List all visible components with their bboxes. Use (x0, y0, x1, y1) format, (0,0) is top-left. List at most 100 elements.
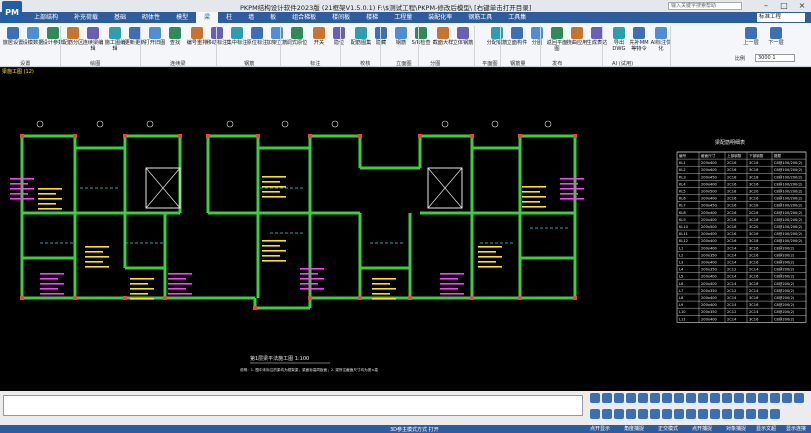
menu-tab[interactable]: 工具集 (500, 12, 534, 23)
help-search-input[interactable]: 输入关键字搜索帮助 (668, 2, 742, 10)
ribbon-button[interactable]: 旅居设置 (2, 27, 24, 46)
menu-tab[interactable]: 工程量 (386, 12, 420, 23)
ribbon-button[interactable]: 开关 (308, 27, 330, 46)
ribbon-button[interactable]: 立体钢筋 (452, 27, 474, 46)
view-tool-icon[interactable] (770, 393, 780, 403)
view-tool-icon[interactable] (710, 393, 720, 403)
view-tool-icon[interactable] (746, 409, 756, 419)
view-tool-icon[interactable] (590, 409, 600, 419)
view-tool-icon[interactable] (662, 393, 672, 403)
view-tool-icon[interactable] (626, 409, 636, 419)
minimize-button[interactable]: – (760, 1, 772, 11)
floor-plan-drawing[interactable]: 第1层梁平法施工图 1:100 说明：1. 图中未标注的梁均为框架梁，梁面标高同板… (0, 68, 811, 391)
command-input[interactable] (3, 395, 583, 416)
view-tool-icon[interactable] (674, 393, 684, 403)
status-toggle[interactable]: 正交模式 (654, 425, 682, 433)
scale-value[interactable]: 3000 1 (755, 54, 795, 62)
ribbon-button[interactable]: S/R检查 (410, 27, 432, 46)
view-tool-icon[interactable] (638, 409, 648, 419)
view-tool-icon[interactable] (662, 409, 672, 419)
menu-tab[interactable]: 楼梯 (358, 12, 386, 23)
ribbon-button[interactable]: 隐位 (328, 27, 350, 46)
view-tool-icon[interactable] (698, 393, 708, 403)
menu-tab[interactable]: 补充荷载 (66, 12, 106, 23)
view-tool-icon[interactable] (614, 393, 624, 403)
view-tool-icon[interactable] (734, 409, 744, 419)
maximize-button[interactable]: □ (778, 1, 790, 11)
view-tool-icon[interactable] (602, 393, 612, 403)
ribbon-button[interactable]: 调式原位 (286, 27, 308, 46)
menu-tab[interactable]: 组合梯板 (284, 12, 324, 23)
ribbon-button[interactable]: 集中标注 (226, 27, 248, 46)
ribbon-button[interactable]: AI标注优化 (650, 27, 672, 52)
menu-tab[interactable]: 柱 (218, 12, 240, 23)
view-tool-icon[interactable] (722, 393, 732, 403)
view-tool-icon[interactable] (758, 393, 768, 403)
view-tool-icon[interactable] (698, 409, 708, 419)
ribbon-button[interactable]: 移动标注 (206, 27, 228, 46)
drawing-canvas[interactable]: 第1层梁平法施工图 1:100 说明：1. 图中未标注的梁均为框架梁，梁面标高同板… (0, 68, 811, 391)
status-toggle[interactable]: 对象捕捉 (722, 425, 750, 433)
status-toggle[interactable]: 显示文超 (752, 425, 780, 433)
view-tool-icon[interactable] (674, 409, 684, 419)
ribbon-button[interactable]: 配筋分区 (62, 27, 84, 46)
view-tool-icon[interactable] (722, 409, 732, 419)
ribbon-button[interactable]: 更新更新 (124, 27, 146, 46)
menu-tab[interactable]: 基础 (106, 12, 134, 23)
status-toggle[interactable]: 角度捕捉 (620, 425, 648, 433)
menu-tab[interactable]: 墙 (240, 12, 262, 23)
ribbon-button[interactable]: 施工图编辑 (104, 27, 126, 52)
ribbon-button[interactable]: 连续梁编辑 (82, 27, 104, 52)
menu-tab[interactable]: 板 (262, 12, 284, 23)
menu-tab[interactable]: 砌体性 (134, 12, 168, 23)
ribbon-button[interactable]: 立面构件 (506, 27, 528, 46)
view-tool-icon[interactable] (686, 409, 696, 419)
ribbon-button[interactable]: 隐藏 (370, 27, 392, 46)
ribbon-button[interactable]: 生成表达 (586, 27, 608, 46)
ribbon-button[interactable]: 编号重排 (186, 27, 208, 46)
ribbon-button[interactable]: 挠曲应用 (566, 27, 588, 46)
prev-floor-button[interactable]: 上一层 (740, 27, 762, 46)
close-button[interactable]: × (796, 1, 808, 11)
ribbon-button[interactable]: 加架立筋 (266, 27, 288, 46)
next-floor-button[interactable]: 下一层 (765, 27, 787, 46)
ribbon-button[interactable]: 分图 (526, 27, 548, 46)
status-toggle[interactable]: 点开捕捉 (688, 425, 716, 433)
view-tool-icon[interactable] (626, 393, 636, 403)
view-tool-icon[interactable] (650, 393, 660, 403)
menu-tab[interactable]: 梁 (196, 12, 219, 23)
view-tool-icon[interactable] (734, 393, 744, 403)
view-tool-icon[interactable] (638, 393, 648, 403)
ribbon-button[interactable]: 原位标注 (246, 27, 268, 46)
beam-annotation-mark (478, 261, 496, 263)
menu-tab[interactable]: 钢筋工具 (460, 12, 500, 23)
view-tool-icon[interactable] (602, 409, 612, 419)
ribbon-button[interactable]: 钢筋 (390, 27, 412, 46)
ribbon-button[interactable]: 截面大样 (432, 27, 454, 46)
view-tool-icon[interactable] (782, 393, 792, 403)
ribbon-button[interactable]: 返回平面图 (546, 27, 568, 52)
menu-tab[interactable]: 模型 (168, 12, 196, 23)
view-tool-icon[interactable] (710, 409, 720, 419)
view-tool-icon[interactable] (650, 409, 660, 419)
ribbon-button[interactable]: 配筋图集 (350, 27, 372, 46)
menu-tab[interactable]: 楼间板 (324, 12, 358, 23)
ribbon-button[interactable]: 分配钢筋 (486, 27, 508, 46)
floor-select[interactable]: 标准工程 (757, 13, 805, 22)
status-toggle[interactable]: 点开显示 (586, 425, 614, 433)
ribbon-button[interactable]: 打开旧图 (144, 27, 166, 46)
status-toggle[interactable]: 显示连接 (782, 425, 810, 433)
ribbon-button[interactable]: 设模数据 (22, 27, 44, 46)
view-tool-icon[interactable] (614, 409, 624, 419)
view-tool-icon[interactable] (758, 409, 768, 419)
view-tool-icon[interactable] (794, 393, 804, 403)
view-tool-icon[interactable] (770, 409, 780, 419)
view-tool-icon[interactable] (590, 393, 600, 403)
view-tool-icon[interactable] (686, 393, 696, 403)
ribbon-button[interactable]: 先补MM等特令 (628, 27, 650, 52)
menu-tab[interactable]: 装配化率 (420, 12, 460, 23)
ribbon-button[interactable]: 查找 (164, 27, 186, 46)
ribbon-button[interactable]: 导出DWG (608, 27, 630, 52)
menu-tab[interactable]: 上部结构 (26, 12, 66, 23)
view-tool-icon[interactable] (746, 393, 756, 403)
